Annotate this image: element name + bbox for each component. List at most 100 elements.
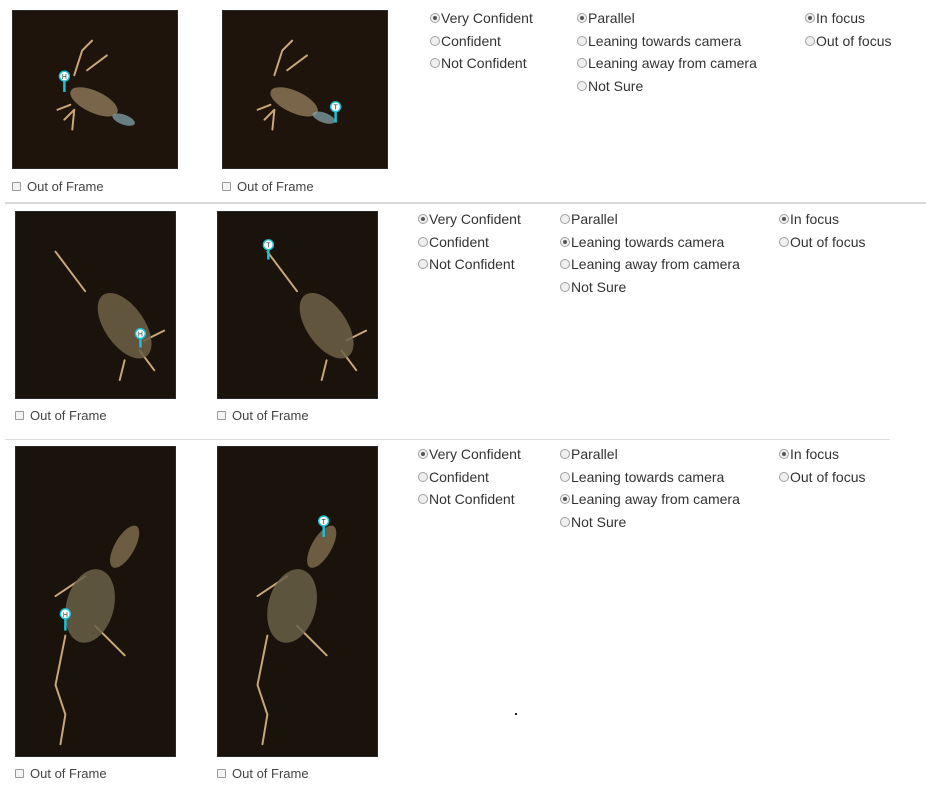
focus-group: In focus Out of focus [779, 443, 865, 488]
radio-button[interactable] [560, 214, 570, 225]
option-confident[interactable]: Confident [418, 231, 521, 254]
option-not-sure[interactable]: Not Sure [560, 511, 740, 534]
option-parallel[interactable]: Parallel [560, 208, 740, 231]
checkbox-box[interactable] [217, 769, 226, 778]
radio-button[interactable] [430, 13, 440, 24]
radio-button[interactable] [779, 236, 789, 247]
option-not-sure[interactable]: Not Sure [577, 75, 757, 98]
out-of-frame-label: Out of Frame [30, 408, 107, 423]
specimen-image: H [13, 11, 177, 168]
svg-text:H: H [138, 332, 143, 339]
out-of-frame-label: Out of Frame [30, 766, 107, 781]
out-of-frame-checkbox[interactable]: Out of Frame [222, 179, 314, 194]
radio-button[interactable] [577, 13, 587, 24]
option-confident[interactable]: Confident [430, 30, 533, 53]
option-in-focus[interactable]: In focus [805, 7, 891, 30]
radio-button[interactable] [418, 259, 428, 270]
checkbox-box[interactable] [217, 411, 226, 420]
radio-button[interactable] [560, 281, 570, 292]
confidence-group: Very Confident Confident Not Confident [418, 208, 521, 276]
confidence-group: Very Confident Confident Not Confident [430, 7, 533, 75]
specimen-image: T [223, 11, 387, 168]
option-very-confident[interactable]: Very Confident [430, 7, 533, 30]
out-of-frame-label: Out of Frame [27, 179, 104, 194]
option-not-confident[interactable]: Not Confident [418, 253, 521, 276]
option-not-confident[interactable]: Not Confident [430, 52, 533, 75]
option-parallel[interactable]: Parallel [577, 7, 757, 30]
specimen-image: T [218, 447, 377, 756]
option-out-of-focus[interactable]: Out of focus [805, 30, 891, 53]
radio-button[interactable] [805, 35, 815, 46]
radio-button[interactable] [779, 449, 789, 460]
option-confident[interactable]: Confident [418, 466, 521, 489]
option-leaning-towards-camera[interactable]: Leaning towards camera [560, 466, 740, 489]
option-out-of-focus[interactable]: Out of focus [779, 231, 865, 254]
focus-group: In focus Out of focus [779, 208, 865, 253]
tail-image-row-1[interactable]: T [222, 10, 388, 169]
radio-button[interactable] [418, 449, 428, 460]
specimen-image: H [16, 212, 175, 398]
out-of-frame-label: Out of Frame [232, 766, 309, 781]
out-of-frame-label: Out of Frame [237, 179, 314, 194]
radio-button[interactable] [577, 80, 587, 91]
orientation-group: Parallel Leaning towards camera Leaning … [560, 443, 740, 533]
radio-button[interactable] [779, 214, 789, 225]
head-image-row-1[interactable]: H [12, 10, 178, 169]
radio-button[interactable] [560, 471, 570, 482]
option-parallel[interactable]: Parallel [560, 443, 740, 466]
svg-text:H: H [63, 612, 68, 619]
option-out-of-focus[interactable]: Out of focus [779, 466, 865, 489]
row-divider [5, 202, 926, 204]
radio-button[interactable] [560, 236, 570, 247]
radio-button[interactable] [577, 35, 587, 46]
option-very-confident[interactable]: Very Confident [418, 443, 521, 466]
option-leaning-towards-camera[interactable]: Leaning towards camera [577, 30, 757, 53]
radio-button[interactable] [560, 259, 570, 270]
out-of-frame-label: Out of Frame [232, 408, 309, 423]
radio-button[interactable] [418, 214, 428, 225]
radio-button[interactable] [418, 471, 428, 482]
annotation-row-1: H Out of Frame T Out of Frame Very Confi… [0, 0, 926, 203]
checkbox-box[interactable] [15, 769, 24, 778]
tail-image-row-3[interactable]: T [217, 446, 378, 757]
radio-button[interactable] [805, 13, 815, 24]
specimen-image: H [16, 447, 175, 756]
orientation-group: Parallel Leaning towards camera Leaning … [577, 7, 757, 97]
head-image-row-3[interactable]: H [15, 446, 176, 757]
radio-button[interactable] [560, 494, 570, 505]
confidence-group: Very Confident Confident Not Confident [418, 443, 521, 511]
option-leaning-away-from-camera[interactable]: Leaning away from camera [560, 253, 740, 276]
option-very-confident[interactable]: Very Confident [418, 208, 521, 231]
checkbox-box[interactable] [12, 182, 21, 191]
radio-button[interactable] [577, 58, 587, 69]
focus-group: In focus Out of focus [805, 7, 891, 52]
checkbox-box[interactable] [15, 411, 24, 420]
radio-button[interactable] [418, 236, 428, 247]
checkbox-box[interactable] [222, 182, 231, 191]
radio-button[interactable] [560, 449, 570, 460]
out-of-frame-checkbox[interactable]: Out of Frame [217, 408, 309, 423]
out-of-frame-checkbox[interactable]: Out of Frame [217, 766, 309, 781]
out-of-frame-checkbox[interactable]: Out of Frame [12, 179, 104, 194]
svg-text:H: H [62, 74, 67, 81]
orientation-group: Parallel Leaning towards camera Leaning … [560, 208, 740, 298]
radio-button[interactable] [418, 494, 428, 505]
option-not-confident[interactable]: Not Confident [418, 488, 521, 511]
radio-button[interactable] [560, 516, 570, 527]
option-leaning-away-from-camera[interactable]: Leaning away from camera [560, 488, 740, 511]
option-leaning-towards-camera[interactable]: Leaning towards camera [560, 231, 740, 254]
out-of-frame-checkbox[interactable]: Out of Frame [15, 408, 107, 423]
radio-button[interactable] [779, 471, 789, 482]
option-in-focus[interactable]: In focus [779, 208, 865, 231]
option-not-sure[interactable]: Not Sure [560, 276, 740, 299]
tail-image-row-2[interactable]: T [217, 211, 378, 399]
out-of-frame-checkbox[interactable]: Out of Frame [15, 766, 107, 781]
specimen-image: T [218, 212, 377, 398]
head-image-row-2[interactable]: H [15, 211, 176, 399]
radio-button[interactable] [430, 35, 440, 46]
stray-dot [515, 713, 517, 715]
annotation-row-2: H Out of Frame T Out of Frame Very Confi… [0, 205, 926, 437]
radio-button[interactable] [430, 58, 440, 69]
option-leaning-away-from-camera[interactable]: Leaning away from camera [577, 52, 757, 75]
option-in-focus[interactable]: In focus [779, 443, 865, 466]
